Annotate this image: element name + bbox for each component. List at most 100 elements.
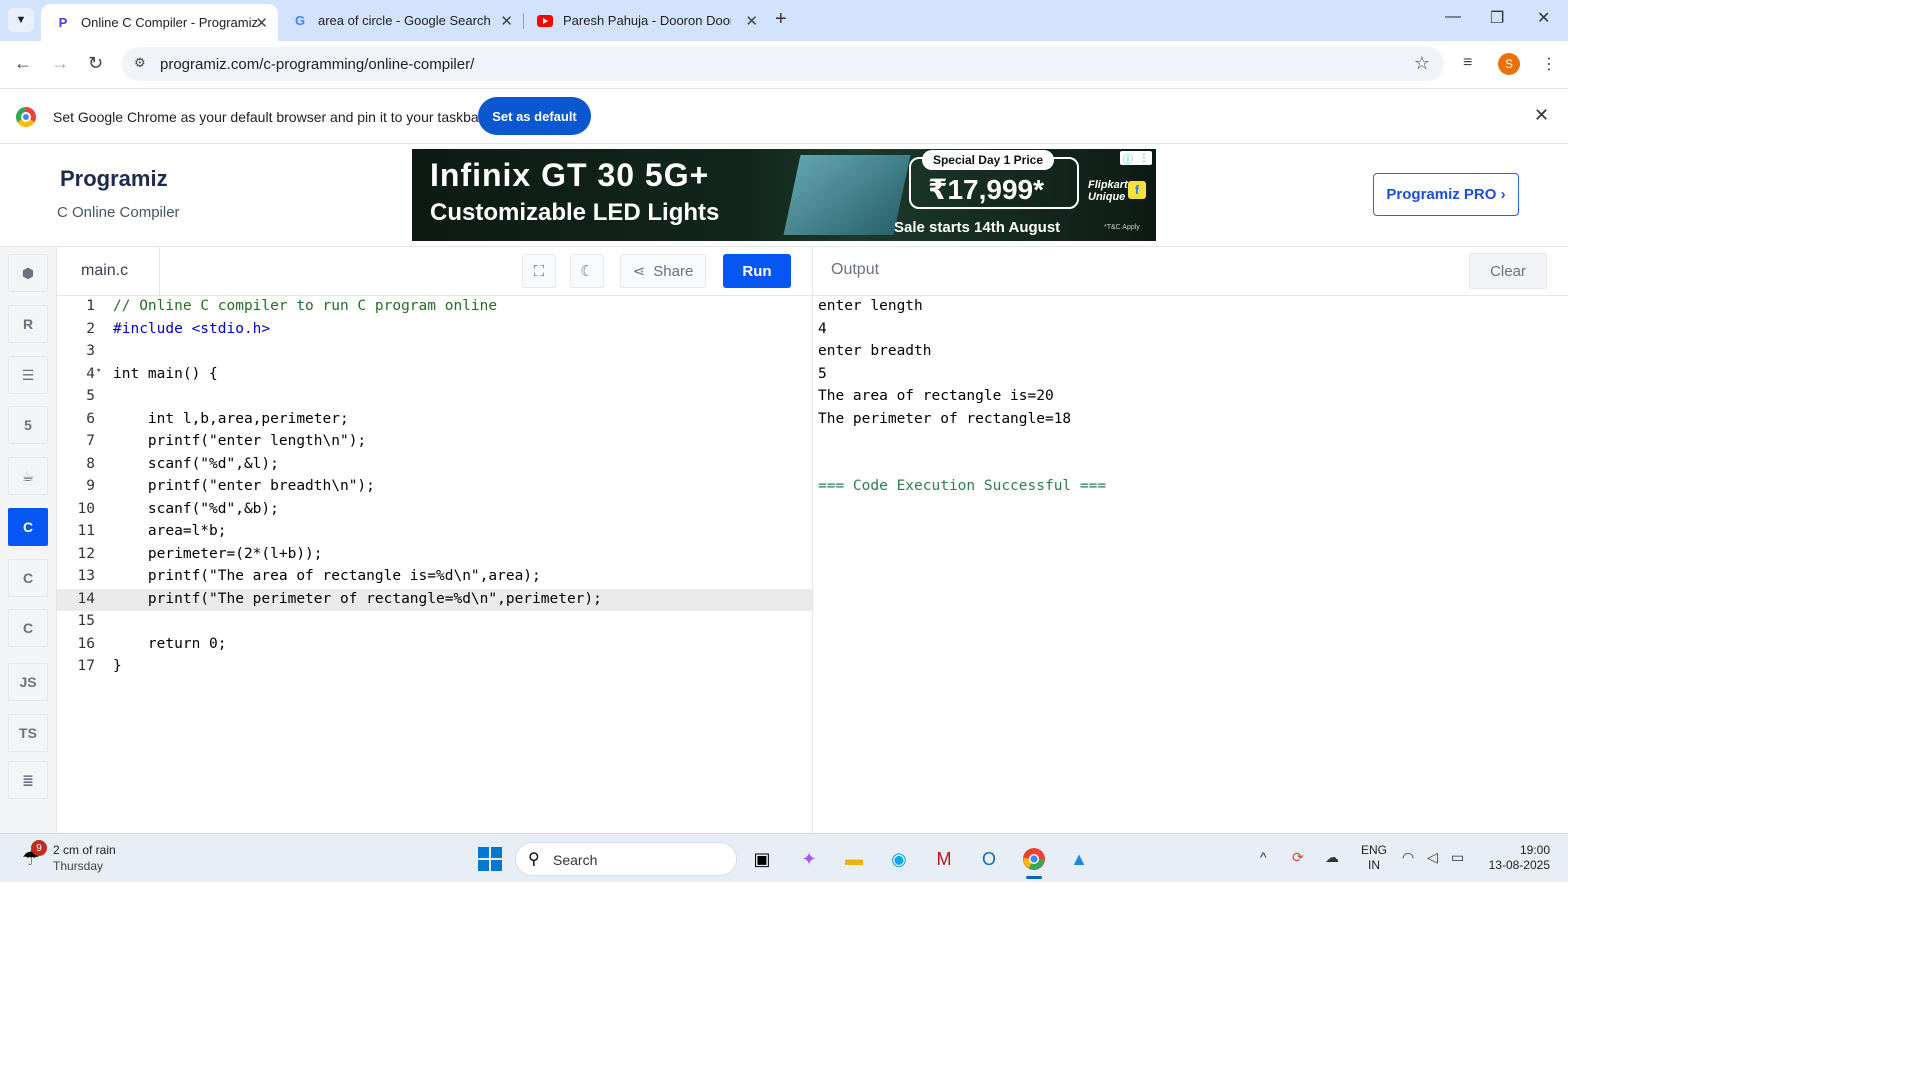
edge-icon[interactable]: ◉ [885,845,913,873]
code-line[interactable]: 12 perimeter=(2*(l+b)); [57,544,812,567]
forward-icon[interactable]: → [51,53,69,74]
programiz-icon: P [58,15,68,30]
code-line[interactable]: 14 printf("The perimeter of rectangle=%d… [57,588,812,611]
battery-icon[interactable]: ▭ [1451,849,1464,866]
output-line: enter length [818,298,923,314]
tab-search-button[interactable]: ▼ [8,8,34,32]
file-explorer-icon[interactable]: ▬ [840,845,868,873]
fullscreen-button[interactable]: ⛶ [522,254,556,288]
mcafee-icon[interactable]: M [930,845,958,873]
ad-choices-icon[interactable]: ⓘ ⋮ [1120,151,1152,166]
tab-google-search[interactable]: G area of circle - Google Search ✕ [278,0,523,41]
rail-csharp[interactable]: C [8,609,48,647]
code-line[interactable]: 7 printf("enter length\n"); [57,431,812,454]
programiz-pro-button[interactable]: Programiz PRO › [1373,173,1519,216]
code-line[interactable]: 1 // Online C compiler to run C program o… [57,296,812,319]
rail-js[interactable]: JS [8,663,48,701]
code-line[interactable]: 8 scanf("%d",&l); [57,454,812,477]
reload-icon[interactable]: ↻ [88,53,103,74]
minimize-icon[interactable]: — [1445,8,1461,26]
rail-java[interactable]: ☕ [8,457,48,495]
tab-title: Paresh Pahuja - Dooron Dooron [563,13,731,28]
set-as-default-button[interactable]: Set as default [478,97,591,135]
default-browser-infobar: Set Google Chrome as your default browse… [0,88,1568,144]
network-cloud-icon[interactable]: ☁ [1325,849,1339,866]
code-line[interactable]: 2 #include <stdio.h> [57,319,812,342]
code-line[interactable]: 16 return 0; [57,634,812,657]
chevron-up-icon[interactable]: ^ [1260,849,1267,865]
url-text[interactable]: programiz.com/c-programming/online-compi… [160,56,474,73]
chevron-down-icon: ▼ [15,14,27,26]
code-text: scanf("%d",&b); [113,500,279,517]
output-header: Output Clear [812,247,1568,296]
chrome-taskbar-icon[interactable] [1020,845,1048,873]
database-icon: ☰ [21,366,35,383]
advertisement-banner[interactable]: Infinix GT 30 5G+ Customizable LED Light… [412,149,1156,241]
rail-python[interactable]: ⬢ [8,254,48,292]
rail-cpp[interactable]: C [8,559,48,597]
close-icon[interactable]: ✕ [500,12,513,30]
python-icon: ⬢ [21,264,35,281]
sync-icon[interactable]: ⟳ [1292,849,1304,866]
close-icon[interactable]: ✕ [745,12,758,30]
file-tab-main-c[interactable]: main.c [57,247,160,295]
code-line[interactable]: 4 ▾ int main() { [57,364,812,387]
taskbar-search[interactable]: ⚲ Search [515,842,737,876]
code-editor[interactable]: 1 // Online C compiler to run C program o… [57,296,812,833]
code-line[interactable]: 13 printf("The area of rectangle is=%d\n… [57,566,812,589]
r-icon: R [22,316,34,332]
tab-programiz[interactable]: P Online C Compiler - Programiz ✕ [41,4,278,41]
rail-html[interactable]: 5 [8,406,48,444]
wifi-icon[interactable]: ◠ [1402,849,1414,866]
line-number: 7 [86,433,95,449]
code-line[interactable]: 9 printf("enter breadth\n"); [57,476,812,499]
code-line[interactable]: 3 [57,341,812,364]
profile-avatar[interactable]: S [1498,53,1520,75]
restore-icon[interactable]: ❐ [1490,8,1504,28]
close-icon[interactable]: ✕ [1534,105,1549,126]
copilot-icon[interactable]: ✦ [795,845,823,873]
language-indicator[interactable]: ENG IN [1361,843,1387,873]
youtube-icon [537,13,553,29]
execution-status: === Code Execution Successful === [818,478,1107,494]
code-line[interactable]: 5 [57,386,812,409]
dark-mode-button[interactable]: ☾ [570,254,604,288]
tab-youtube[interactable]: Paresh Pahuja - Dooron Dooron ✕ [523,0,768,41]
outlook-icon[interactable]: O [975,845,1003,873]
java-icon: ☕ [21,467,35,484]
code-line[interactable]: 6 int l,b,area,perimeter; [57,409,812,432]
fold-arrow-icon[interactable]: ▾ [96,366,101,376]
code-line[interactable]: 15 [57,611,812,634]
task-view-icon[interactable]: ▣ [748,845,776,873]
code-line[interactable]: 10 scanf("%d",&b); [57,499,812,522]
volume-icon[interactable]: ◁ [1427,849,1438,866]
system-clock[interactable]: 19:00 13-08-2025 [1482,843,1550,873]
run-button[interactable]: Run [723,254,791,288]
rail-c[interactable]: C [8,508,48,546]
rail-sql[interactable]: ☰ [8,356,48,394]
window-close-icon[interactable]: ✕ [1537,8,1550,28]
clear-button[interactable]: Clear [1469,253,1547,289]
photos-icon[interactable]: ▲ [1065,845,1093,873]
rail-go[interactable]: ≣ [8,761,48,799]
rail-ts[interactable]: TS [8,714,48,752]
windows-start-icon[interactable] [476,845,504,873]
ad-price: ₹17,999* [928,174,1045,205]
media-control-icon[interactable]: ≡ [1463,54,1472,72]
windows-taskbar: ☂ 9 2 cm of rain Thursday ⚲ Search ▣ ✦ ▬… [0,833,1568,882]
line-number: 11 [77,523,95,539]
close-icon[interactable]: ✕ [255,14,268,32]
new-tab-button[interactable]: + [775,8,787,31]
weather-summary[interactable]: 2 cm of rain [53,843,116,857]
site-info-icon[interactable]: ⚙ [134,55,146,71]
code-line[interactable]: 17} [57,656,812,679]
programiz-logo[interactable]: Programiz [60,166,168,192]
address-bar[interactable]: ⚙ programiz.com/c-programming/online-com… [122,47,1444,81]
menu-kebab-icon[interactable]: ⋮ [1541,54,1557,74]
code-line[interactable]: 11 area=l*b; [57,521,812,544]
share-button[interactable]: ⋖ Share [620,254,706,288]
rail-r[interactable]: R [8,305,48,343]
bookmark-star-icon[interactable]: ☆ [1414,53,1430,74]
tab-strip: ▼ P Online C Compiler - Programiz ✕ G ar… [0,0,1568,41]
back-icon[interactable]: ← [14,53,32,74]
